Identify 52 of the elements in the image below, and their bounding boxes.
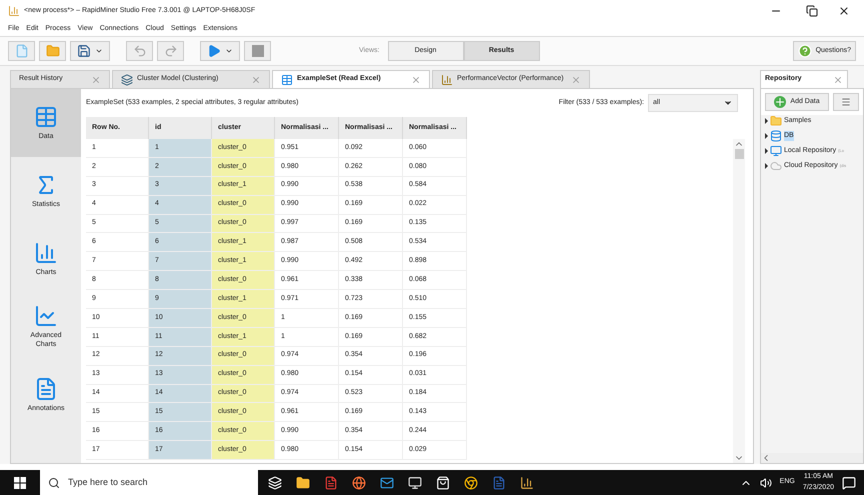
notification-icon[interactable] (842, 476, 856, 490)
stop-icon (252, 45, 264, 57)
note-icon (34, 376, 58, 401)
expand-icon[interactable] (765, 163, 768, 169)
cloud-icon (770, 160, 782, 172)
table-icon (281, 74, 293, 86)
monitor-icon (770, 145, 782, 157)
document-icon[interactable] (492, 476, 506, 490)
folder-icon (770, 115, 782, 127)
caret-icon (95, 47, 103, 55)
folder-icon (46, 44, 60, 58)
store-icon[interactable] (436, 476, 450, 490)
document-icon[interactable] (324, 476, 338, 490)
undo-icon (132, 44, 146, 58)
close-icon[interactable] (411, 74, 421, 84)
close-icon (838, 5, 850, 17)
expand-icon[interactable] (765, 133, 768, 139)
folder-icon[interactable] (296, 476, 310, 490)
windows-icon (14, 476, 26, 488)
search-placeholder: Type here to search (68, 476, 148, 489)
expand-icon[interactable] (765, 148, 768, 154)
chart-icon (34, 304, 58, 328)
taskbar-search-field[interactable]: Type here to search (40, 470, 258, 495)
file-icon (14, 44, 28, 58)
browser-icon[interactable] (352, 476, 366, 490)
app-icon (8, 5, 20, 17)
database-icon (770, 130, 782, 142)
chart-icon (441, 74, 453, 86)
caret-icon (225, 47, 233, 55)
help-icon (798, 44, 812, 58)
horizontal-scrollbar[interactable] (761, 453, 863, 463)
restore-icon (806, 5, 818, 17)
play-icon (207, 44, 221, 58)
browser-icon[interactable] (464, 476, 478, 490)
search-icon (48, 476, 60, 488)
app-icon[interactable] (520, 476, 534, 490)
scrollbar[interactable] (733, 139, 745, 463)
table-icon (34, 104, 58, 129)
speaker-icon[interactable] (760, 476, 772, 488)
model-icon (121, 74, 133, 86)
run-button[interactable] (200, 41, 240, 61)
chart-icon (34, 240, 58, 265)
menu-icon (841, 97, 851, 107)
scrollbar-thumb[interactable] (734, 149, 744, 159)
monitor-icon[interactable] (408, 476, 422, 490)
menu-button[interactable] (833, 93, 859, 111)
task-view-icon[interactable] (268, 476, 282, 490)
close-icon[interactable] (833, 74, 843, 84)
redo-icon (164, 44, 178, 58)
mail-icon[interactable] (380, 476, 394, 490)
plus-icon (774, 96, 786, 108)
save-button[interactable] (70, 41, 110, 61)
